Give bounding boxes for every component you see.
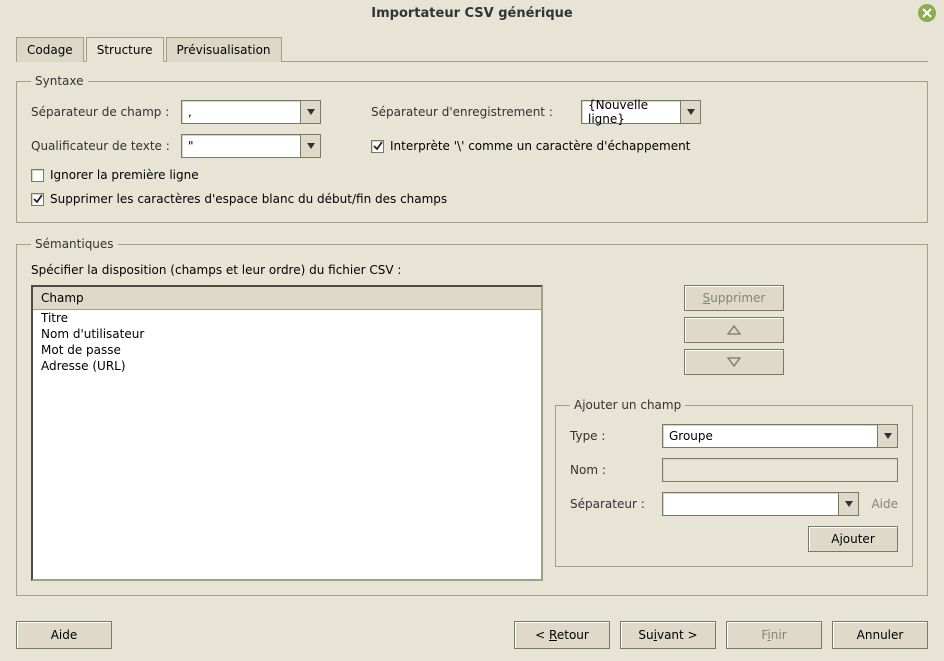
btn-finish-suffix: nir bbox=[771, 628, 787, 642]
input-name bbox=[662, 458, 898, 482]
legend-syntaxe: Syntaxe bbox=[31, 74, 88, 88]
select-record-separator[interactable]: {Nouvelle ligne} bbox=[581, 100, 701, 124]
label-name: Nom : bbox=[570, 463, 650, 477]
field-listbox[interactable]: Champ Titre Nom d'utilisateur Mot de pas… bbox=[31, 285, 543, 581]
label-type: Type : bbox=[570, 429, 650, 443]
select-type[interactable]: Groupe bbox=[662, 424, 898, 448]
checkbox-ignore-first[interactable]: Ignorer la première ligne bbox=[31, 168, 199, 182]
tabs: Codage Structure Prévisualisation bbox=[16, 36, 928, 62]
list-column-header: Champ bbox=[33, 287, 541, 310]
fieldset-add-field: Ajouter un champ Type : Groupe Nom : Sép… bbox=[555, 398, 913, 567]
label-record-separator: Séparateur d'enregistrement : bbox=[371, 105, 571, 119]
button-finir: Finir bbox=[726, 621, 822, 649]
select-text-qualifier[interactable]: " bbox=[181, 134, 321, 158]
dropdown-arrow-icon bbox=[300, 101, 320, 123]
dropdown-arrow-icon bbox=[680, 101, 700, 123]
list-item[interactable]: Mot de passe bbox=[33, 342, 541, 358]
button-move-down[interactable] bbox=[684, 349, 784, 375]
select-record-separator-value: {Nouvelle ligne} bbox=[588, 98, 678, 126]
window-title: Importateur CSV générique bbox=[371, 6, 572, 21]
checkbox-box bbox=[31, 193, 44, 206]
checkbox-box bbox=[371, 140, 384, 153]
fieldset-syntaxe: Syntaxe Séparateur de champ : , Séparate… bbox=[16, 74, 928, 223]
button-ajouter[interactable]: Ajouter bbox=[808, 526, 898, 552]
label-text-qualifier: Qualificateur de texte : bbox=[31, 139, 171, 153]
help-link[interactable]: Aide bbox=[871, 497, 898, 511]
button-supprimer[interactable]: Supprimer bbox=[684, 285, 784, 311]
btn-back-u: R bbox=[549, 628, 557, 642]
list-item[interactable]: Titre bbox=[33, 310, 541, 326]
checkbox-escape-label: Interprète '\' comme un caractère d'écha… bbox=[390, 139, 690, 153]
list-item[interactable]: Adresse (URL) bbox=[33, 358, 541, 374]
btn-back-prefix: < bbox=[535, 628, 549, 642]
chevron-down-icon bbox=[727, 357, 741, 367]
select-type-value: Groupe bbox=[669, 429, 713, 443]
btn-next-prefix: Su bbox=[638, 628, 653, 642]
list-item[interactable]: Nom d'utilisateur bbox=[33, 326, 541, 342]
select-separateur[interactable] bbox=[662, 492, 859, 516]
button-retour[interactable]: < Retour bbox=[514, 621, 610, 649]
btn-supprimer-rest: upprimer bbox=[710, 291, 765, 305]
select-field-separator-value: , bbox=[188, 105, 192, 119]
window-close-button[interactable] bbox=[918, 4, 936, 22]
checkbox-trim[interactable]: Supprimer les caractères d'espace blanc … bbox=[31, 192, 447, 206]
select-field-separator[interactable]: , bbox=[181, 100, 321, 124]
legend-semantiques: Sémantiques bbox=[31, 237, 118, 251]
checkbox-ignore-first-label: Ignorer la première ligne bbox=[50, 168, 199, 182]
button-aide[interactable]: Aide bbox=[16, 621, 112, 649]
dropdown-arrow-icon bbox=[877, 425, 897, 447]
checkbox-box bbox=[31, 169, 44, 182]
dropdown-arrow-icon bbox=[838, 493, 858, 515]
label-field-separator: Séparateur de champ : bbox=[31, 105, 171, 119]
btn-back-suffix: etour bbox=[557, 628, 589, 642]
btn-next-suffix: vant > bbox=[657, 628, 698, 642]
close-icon bbox=[922, 8, 932, 18]
fieldset-semantiques: Sémantiques Spécifier la disposition (ch… bbox=[16, 237, 928, 596]
tab-codage[interactable]: Codage bbox=[16, 37, 84, 62]
tab-structure[interactable]: Structure bbox=[86, 37, 164, 62]
select-text-qualifier-value: " bbox=[188, 139, 194, 153]
chevron-up-icon bbox=[727, 325, 741, 335]
tab-previsualisation[interactable]: Prévisualisation bbox=[166, 37, 282, 62]
legend-add-field: Ajouter un champ bbox=[570, 398, 685, 412]
label-separateur: Séparateur : bbox=[570, 497, 650, 511]
button-suivant[interactable]: Suivant > bbox=[620, 621, 716, 649]
checkbox-escape[interactable]: Interprète '\' comme un caractère d'écha… bbox=[371, 139, 690, 153]
checkbox-trim-label: Supprimer les caractères d'espace blanc … bbox=[50, 192, 447, 206]
dropdown-arrow-icon bbox=[300, 135, 320, 157]
button-move-up[interactable] bbox=[684, 317, 784, 343]
button-annuler[interactable]: Annuler bbox=[832, 621, 928, 649]
label-specify-layout: Spécifier la disposition (champs et leur… bbox=[31, 263, 913, 277]
